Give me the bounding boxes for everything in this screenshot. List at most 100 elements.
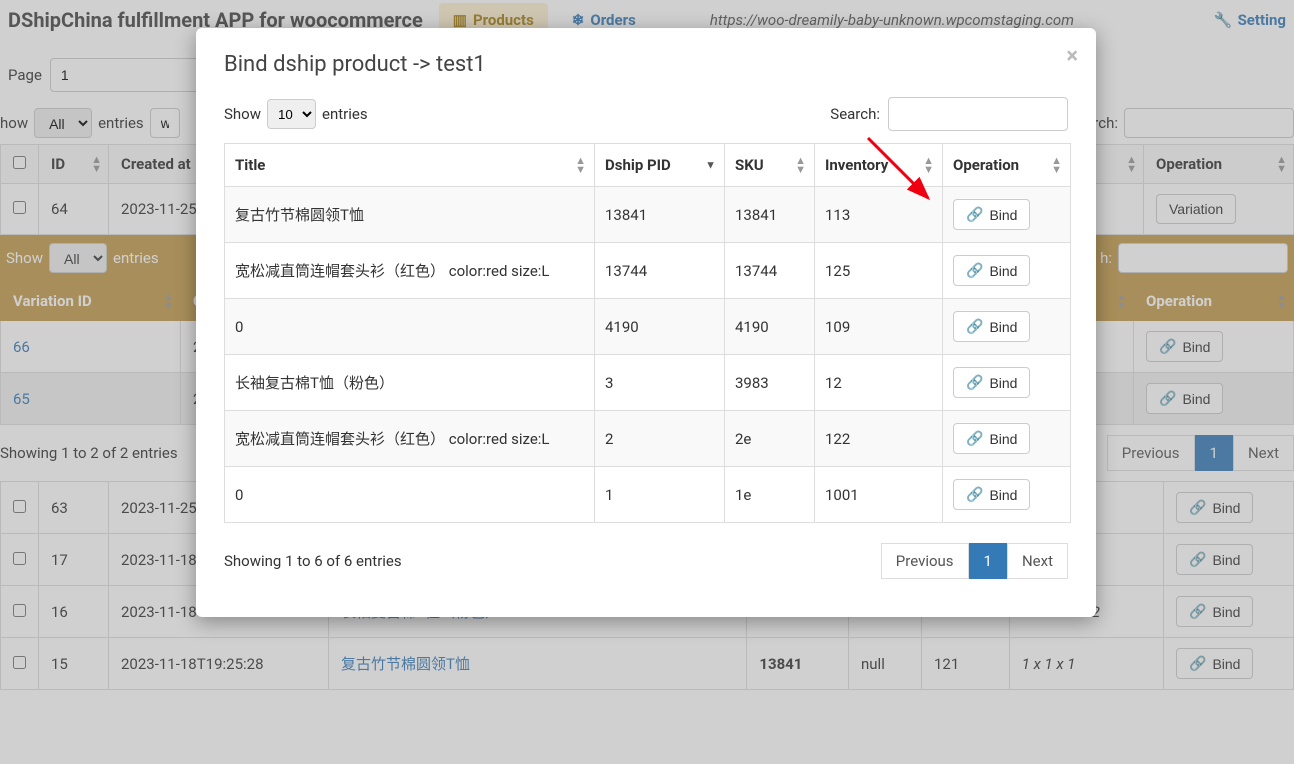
cell-sku: null bbox=[849, 638, 922, 690]
sort-icon: ▲▼ bbox=[575, 156, 586, 174]
entries-select[interactable]: All bbox=[34, 108, 92, 138]
cell-title: 复古竹节棉圆领T恤 bbox=[225, 187, 595, 243]
bind-button[interactable]: 🔗Bind bbox=[1176, 596, 1253, 627]
cell-title[interactable]: 复古竹节棉圆领T恤 bbox=[329, 638, 747, 690]
cell-sku: 1e bbox=[725, 467, 815, 523]
link-icon: 🔗 bbox=[966, 374, 983, 391]
bind-button[interactable]: 🔗Bind bbox=[1176, 648, 1253, 679]
col-sku[interactable]: SKU▲▼ bbox=[725, 144, 815, 187]
next-page[interactable]: Next bbox=[1233, 435, 1294, 471]
link-icon: 🔗 bbox=[966, 486, 983, 503]
cell-inventory: 125 bbox=[815, 243, 943, 299]
col-operation[interactable]: Operation bbox=[1156, 155, 1222, 173]
cell-sku: 13744 bbox=[725, 243, 815, 299]
modal-info: Showing 1 to 6 of 6 entries bbox=[224, 552, 402, 570]
bg-search-input-2[interactable] bbox=[1118, 243, 1288, 273]
col-pid[interactable]: Dship PID▼ bbox=[595, 144, 725, 187]
cell-pid: 3 bbox=[595, 355, 725, 411]
col-operation[interactable]: Operation▲▼ bbox=[943, 144, 1071, 187]
bind-button[interactable]: 🔗Bind bbox=[1146, 383, 1223, 414]
row-checkbox[interactable] bbox=[13, 656, 26, 669]
entries-label: entries bbox=[98, 114, 144, 132]
link-icon: 🔗 bbox=[1189, 551, 1206, 568]
entries-select-modal[interactable]: 10 bbox=[267, 99, 316, 129]
cell-inventory: 109 bbox=[815, 299, 943, 355]
cell-id: 64 bbox=[39, 184, 109, 235]
link-icon: 🔗 bbox=[966, 262, 983, 279]
bind-button[interactable]: 🔗 Bind bbox=[953, 311, 1030, 342]
cell-title: 宽松减直筒连帽套头衫（红色） color:red size:L bbox=[225, 243, 595, 299]
table-row: 宽松减直筒连帽套头衫（红色） color:red size:L137441374… bbox=[225, 243, 1071, 299]
entries-label-modal: entries bbox=[322, 105, 368, 123]
link-icon: 🔗 bbox=[966, 318, 983, 335]
page-1[interactable]: 1 bbox=[1195, 435, 1233, 471]
cell-sku: 2e bbox=[725, 411, 815, 467]
cell-vid[interactable]: 66 bbox=[1, 321, 181, 373]
link-icon: 🔗 bbox=[1159, 338, 1176, 355]
sort-icon: ▲▼ bbox=[1276, 292, 1287, 310]
prev-page[interactable]: Previous bbox=[881, 543, 969, 579]
sort-icon: ▲▼ bbox=[1116, 292, 1127, 310]
table-info: Showing 1 to 2 of 2 entries bbox=[0, 444, 178, 462]
search-label: Search: bbox=[830, 105, 880, 123]
bind-button[interactable]: 🔗Bind bbox=[1176, 544, 1253, 575]
link-icon: 🔗 bbox=[1159, 390, 1176, 407]
cell-id: 63 bbox=[39, 482, 109, 534]
page-1[interactable]: 1 bbox=[969, 543, 1007, 579]
next-page[interactable]: Next bbox=[1007, 543, 1068, 579]
bg-search-input[interactable] bbox=[1124, 108, 1294, 138]
cell-created: 2023-11-18T19:25:28 bbox=[109, 638, 329, 690]
cell-inventory: 1001 bbox=[815, 467, 943, 523]
table-row: 041904190109🔗 Bind bbox=[225, 299, 1071, 355]
sort-icon: ▲▼ bbox=[1051, 156, 1062, 174]
col-created[interactable]: Created at bbox=[121, 155, 191, 173]
site-url: https://woo-dreamily-baby-unknown.wpcoms… bbox=[710, 11, 1074, 29]
search-input[interactable] bbox=[888, 97, 1068, 131]
bind-button[interactable]: 🔗Bind bbox=[1176, 492, 1253, 523]
cell-inventory: 12 bbox=[815, 355, 943, 411]
sort-icon: ▲▼ bbox=[1276, 155, 1287, 173]
sort-icon: ▲▼ bbox=[923, 156, 934, 174]
bind-products-table: Title▲▼ Dship PID▼ SKU▲▼ Inventory▲▼ Ope… bbox=[224, 143, 1071, 523]
col-id[interactable]: ID bbox=[51, 155, 65, 173]
row-checkbox[interactable] bbox=[13, 552, 26, 565]
cell-title: 0 bbox=[225, 467, 595, 523]
sort-icon: ▲▼ bbox=[91, 155, 102, 173]
bind-button[interactable]: 🔗 Bind bbox=[953, 479, 1030, 510]
we-input[interactable] bbox=[150, 108, 180, 138]
bind-button[interactable]: 🔗 Bind bbox=[953, 367, 1030, 398]
col-inventory[interactable]: Inventory▲▼ bbox=[815, 144, 943, 187]
bind-button[interactable]: 🔗 Bind bbox=[953, 423, 1030, 454]
cell-title: 宽松减直筒连帽套头衫（红色） color:red size:L bbox=[225, 411, 595, 467]
show-label: Show bbox=[6, 249, 43, 267]
modal-title: Bind dship product -> test1 bbox=[224, 52, 1068, 77]
cell-title: 长袖复古棉T恤（粉色） bbox=[225, 355, 595, 411]
col-operation-2[interactable]: Operation bbox=[1146, 292, 1212, 310]
row-checkbox[interactable] bbox=[13, 604, 26, 617]
bind-button[interactable]: 🔗Bind bbox=[1146, 331, 1223, 362]
bind-product-modal: × Bind dship product -> test1 Show 10 en… bbox=[196, 28, 1096, 617]
cell-id: 15 bbox=[39, 638, 109, 690]
cell-vid[interactable]: 65 bbox=[1, 373, 181, 425]
row-checkbox[interactable] bbox=[13, 201, 26, 214]
close-icon[interactable]: × bbox=[1066, 44, 1078, 69]
select-all-checkbox[interactable] bbox=[13, 156, 26, 169]
entries-label-2: entries bbox=[113, 249, 159, 267]
cell-pid: 13841 bbox=[747, 638, 849, 690]
show-label-partial: how bbox=[0, 114, 28, 132]
row-checkbox[interactable] bbox=[13, 500, 26, 513]
cell-title: 0 bbox=[225, 299, 595, 355]
prev-page[interactable]: Previous bbox=[1107, 435, 1195, 471]
bind-button[interactable]: 🔗 Bind bbox=[953, 199, 1030, 230]
table-row: 长袖复古棉T恤（粉色）3398312 🔗 Bind bbox=[225, 355, 1071, 411]
table-row: 宽松减直筒连帽套头衫（红色） color:red size:L22e122🔗 B… bbox=[225, 411, 1071, 467]
col-title[interactable]: Title▲▼ bbox=[225, 144, 595, 187]
setting-link[interactable]: 🔧 Setting bbox=[1214, 11, 1286, 29]
variation-button[interactable]: Variation bbox=[1156, 194, 1236, 224]
sort-icon: ▲▼ bbox=[1126, 155, 1137, 173]
pagination: Previous 1 Next bbox=[1107, 435, 1294, 471]
entries-select-2[interactable]: All bbox=[49, 243, 107, 273]
bind-button[interactable]: 🔗 Bind bbox=[953, 255, 1030, 286]
cell-sku: 3983 bbox=[725, 355, 815, 411]
col-variation-id[interactable]: Variation ID bbox=[13, 292, 92, 310]
